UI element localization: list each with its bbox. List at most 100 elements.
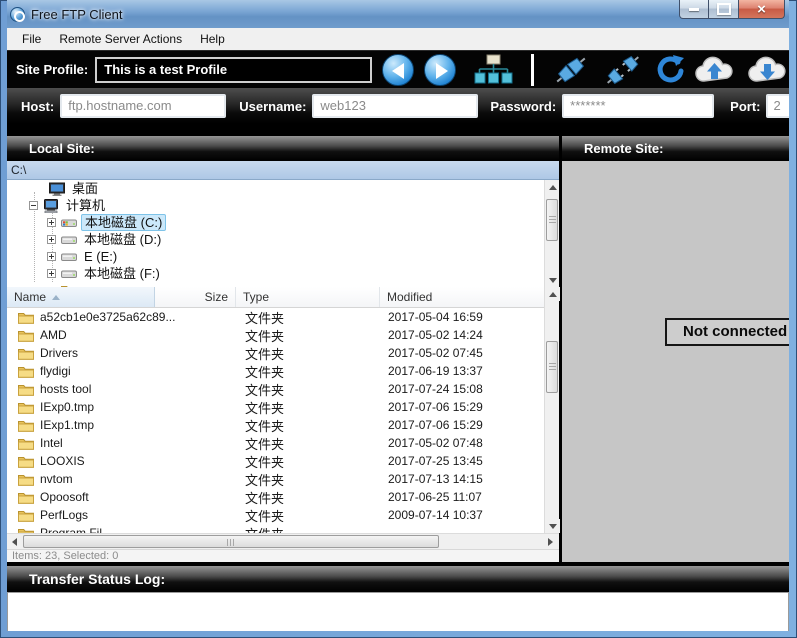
local-site-panel: Local Site: C:\ 桌面 计算机 本地磁盘 (C:) 本地磁盘 (D… [7,136,560,562]
file-type: 文件夹 [245,346,285,362]
site-profile-toolbar: Site Profile: This is a test Profile [7,50,789,88]
cloud-download-icon[interactable] [747,55,789,85]
table-row[interactable]: AMD 文件夹 2017-05-02 14:24 [7,326,544,344]
minimize-button[interactable] [679,0,709,19]
scroll-up-icon[interactable] [544,180,559,194]
connect-icon[interactable] [551,52,591,88]
table-row[interactable]: flydigi 文件夹 2017-06-19 13:37 [7,362,544,380]
file-type: 文件夹 [245,328,285,344]
list-vertical-scrollbar[interactable] [544,287,560,533]
back-button[interactable] [382,53,414,86]
file-type: 文件夹 [245,364,285,380]
file-modified: 2009-07-14 10:37 [388,508,483,522]
menu-item[interactable]: Remote Server Actions [50,29,191,49]
toolbar-panel-divider [7,124,789,136]
column-header-modified[interactable]: Modified [380,287,544,307]
tree-item[interactable]: 桌面 [7,180,559,197]
scroll-left-icon[interactable] [7,534,23,549]
tree-item[interactable]: 计算机 [7,197,559,214]
table-row[interactable]: PerfLogs 文件夹 2009-07-14 10:37 [7,506,544,524]
column-header-size[interactable]: Size [155,287,236,307]
folder-icon [18,419,34,432]
table-row[interactable]: LOOXIS 文件夹 2017-07-25 13:45 [7,452,544,470]
local-file-list: Name Size Type Modified a52cb1e0e3725a62… [7,287,560,533]
scroll-down-icon[interactable] [544,273,559,287]
column-header-name[interactable]: Name [7,287,155,307]
menu-item[interactable]: Help [191,29,234,49]
list-scroll-track[interactable] [545,301,560,519]
table-row[interactable]: Intel 文件夹 2017-05-02 07:48 [7,434,544,452]
scroll-down-icon[interactable] [544,519,560,533]
toolbar-separator [531,53,534,86]
file-name: flydigi [40,364,71,378]
tree-item-label: 计算机 [66,198,106,213]
tree-expander-icon[interactable] [47,269,56,278]
table-row[interactable]: IExp1.tmp 文件夹 2017-07-06 15:29 [7,416,544,434]
file-modified: 2017-07-13 14:15 [388,472,483,486]
table-row[interactable]: Opoosoft 文件夹 2017-06-25 11:07 [7,488,544,506]
username-input[interactable]: web123 [312,94,479,118]
tree-expander-icon[interactable] [47,252,56,261]
horizontal-scroll-thumb[interactable] [23,535,439,548]
host-input[interactable]: ftp.hostname.com [60,94,227,118]
tree-item[interactable]: E (E:) [7,248,559,265]
close-button[interactable] [738,0,785,19]
tree-expander-icon[interactable] [47,235,56,244]
file-name: PerfLogs [40,508,89,522]
table-row[interactable]: Program Fil... 文件夹 [7,524,544,533]
tree-item-label: 本地磁盘 (F:) [84,266,160,281]
scroll-up-icon[interactable] [544,287,560,301]
maximize-button[interactable] [709,0,738,19]
folder-icon [18,509,34,522]
tree-item[interactable]: 本地磁盘 (D:) [7,231,559,248]
forward-button[interactable] [424,53,456,86]
file-name: Drivers [40,346,78,360]
port-input[interactable]: 2 [765,94,789,118]
table-row[interactable]: IExp0.tmp 文件夹 2017-07-06 15:29 [7,398,544,416]
file-rows: a52cb1e0e3725a62c89... 文件夹 2017-05-04 16… [7,308,559,533]
horizontal-scrollbar[interactable] [7,533,559,549]
tree-item-icon [61,250,77,264]
sitemap-icon[interactable] [472,53,514,87]
disconnect-icon[interactable] [603,52,643,88]
transfer-log-body[interactable] [7,592,789,631]
tree-expander-icon[interactable] [47,218,56,227]
remote-site-header: Remote Site: [562,136,789,161]
tree-item-label: 桌面 [72,181,99,196]
local-site-header: Local Site: [7,136,559,161]
file-type: 文件夹 [245,508,285,524]
tree-item-label: E (E:) [84,249,118,264]
table-row[interactable]: hosts tool 文件夹 2017-07-24 15:08 [7,380,544,398]
tree-expander-icon[interactable] [29,201,38,210]
scroll-right-icon[interactable] [543,534,559,549]
file-modified: 2017-06-19 13:37 [388,364,483,378]
tree-vertical-scrollbar[interactable] [544,180,559,287]
tree-scroll-thumb[interactable] [545,199,558,241]
file-modified: 2017-05-04 16:59 [388,310,483,324]
cloud-upload-icon[interactable] [694,55,736,85]
table-row[interactable]: a52cb1e0e3725a62c89... 文件夹 2017-05-04 16… [7,308,544,326]
file-type: 文件夹 [245,418,285,434]
tree-item-label: 本地磁盘 (C:) [81,214,167,231]
tree-scroll-track[interactable] [545,194,560,273]
local-path-bar[interactable]: C:\ [7,161,559,180]
site-profile-input[interactable]: This is a test Profile [95,56,372,83]
file-type: 文件夹 [245,310,285,326]
folder-icon [18,437,34,450]
menu-item[interactable]: File [13,29,50,49]
password-label: Password: [490,98,557,114]
password-input[interactable]: ******* [562,94,715,118]
local-directory-tree[interactable]: 桌面 计算机 本地磁盘 (C:) 本地磁盘 (D:) E (E:) 本地磁盘 (… [7,180,559,287]
file-name: Program Fil... [40,526,113,533]
tree-item[interactable]: 本地磁盘 (F:) [7,265,559,282]
table-row[interactable]: nvtom 文件夹 2017-07-13 14:15 [7,470,544,488]
table-row[interactable]: Drivers 文件夹 2017-05-02 07:45 [7,344,544,362]
refresh-icon[interactable] [655,54,685,86]
tree-item[interactable]: 本地磁盘 (C:) [7,214,559,231]
list-scroll-thumb[interactable] [545,341,558,393]
tree-item-icon [49,182,65,196]
column-header-type[interactable]: Type [236,287,380,307]
file-name: a52cb1e0e3725a62c89... [40,310,176,324]
file-type: 文件夹 [245,490,285,506]
title-bar[interactable]: Free FTP Client [7,0,789,28]
